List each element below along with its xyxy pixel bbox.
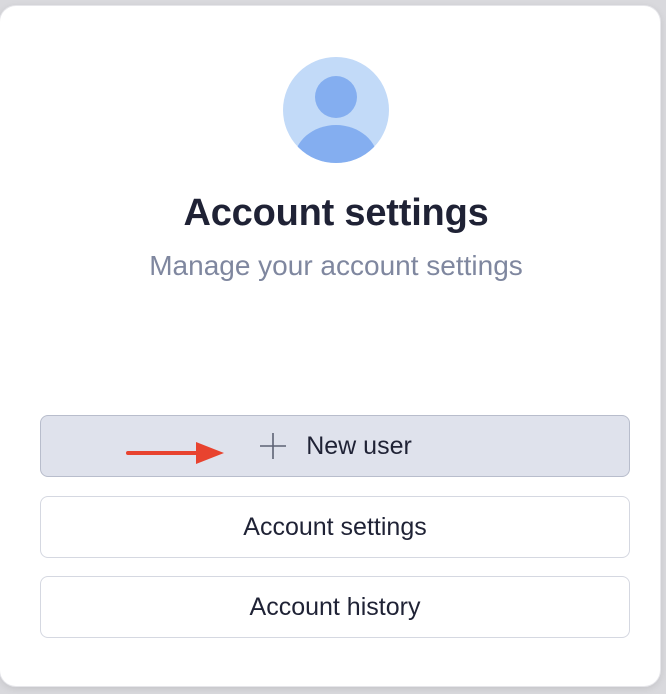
account-settings-button[interactable]: Account settings [40,496,630,558]
red-arrow-icon [126,442,224,464]
page-subtitle: Manage your account settings [149,250,523,281]
page-title: Account settings [183,192,489,234]
plus-icon [258,431,288,461]
account-history-button[interactable]: Account history [40,576,630,638]
account-settings-label: Account settings [243,512,427,541]
user-avatar-icon [283,57,389,163]
new-user-label: New user [306,431,412,460]
account-card: Account settings Manage your account set… [0,6,660,686]
account-history-label: Account history [249,592,421,621]
